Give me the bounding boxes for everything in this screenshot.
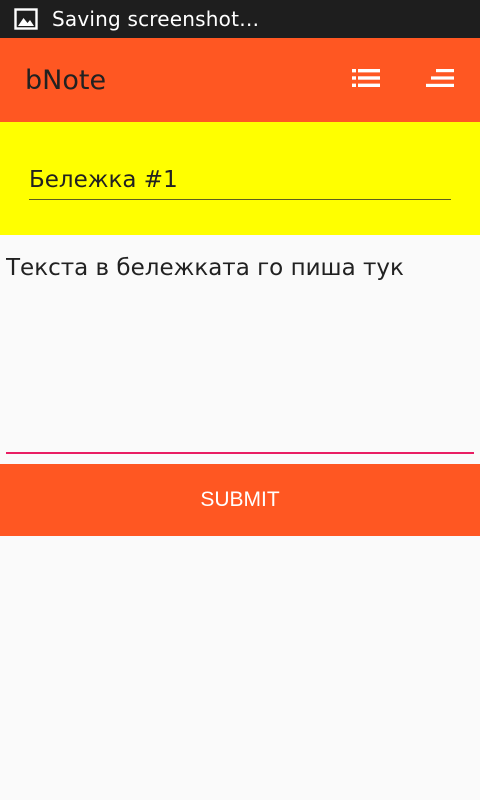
status-bar: Saving screenshot… <box>0 0 480 38</box>
app-bar-actions <box>346 60 480 100</box>
note-title-input[interactable] <box>29 160 451 200</box>
list-icon <box>352 68 380 92</box>
image-icon <box>14 8 40 30</box>
sort-button[interactable] <box>420 60 460 100</box>
list-view-button[interactable] <box>346 60 386 100</box>
status-text: Saving screenshot… <box>52 7 260 31</box>
app-bar: bNote <box>0 38 480 122</box>
app-title: bNote <box>25 64 107 96</box>
sort-icon <box>426 68 454 92</box>
note-title-area <box>0 122 480 235</box>
submit-button[interactable]: SUBMIT <box>0 464 480 536</box>
note-body-input[interactable]: Текста в бележката го пиша тук <box>6 252 474 454</box>
